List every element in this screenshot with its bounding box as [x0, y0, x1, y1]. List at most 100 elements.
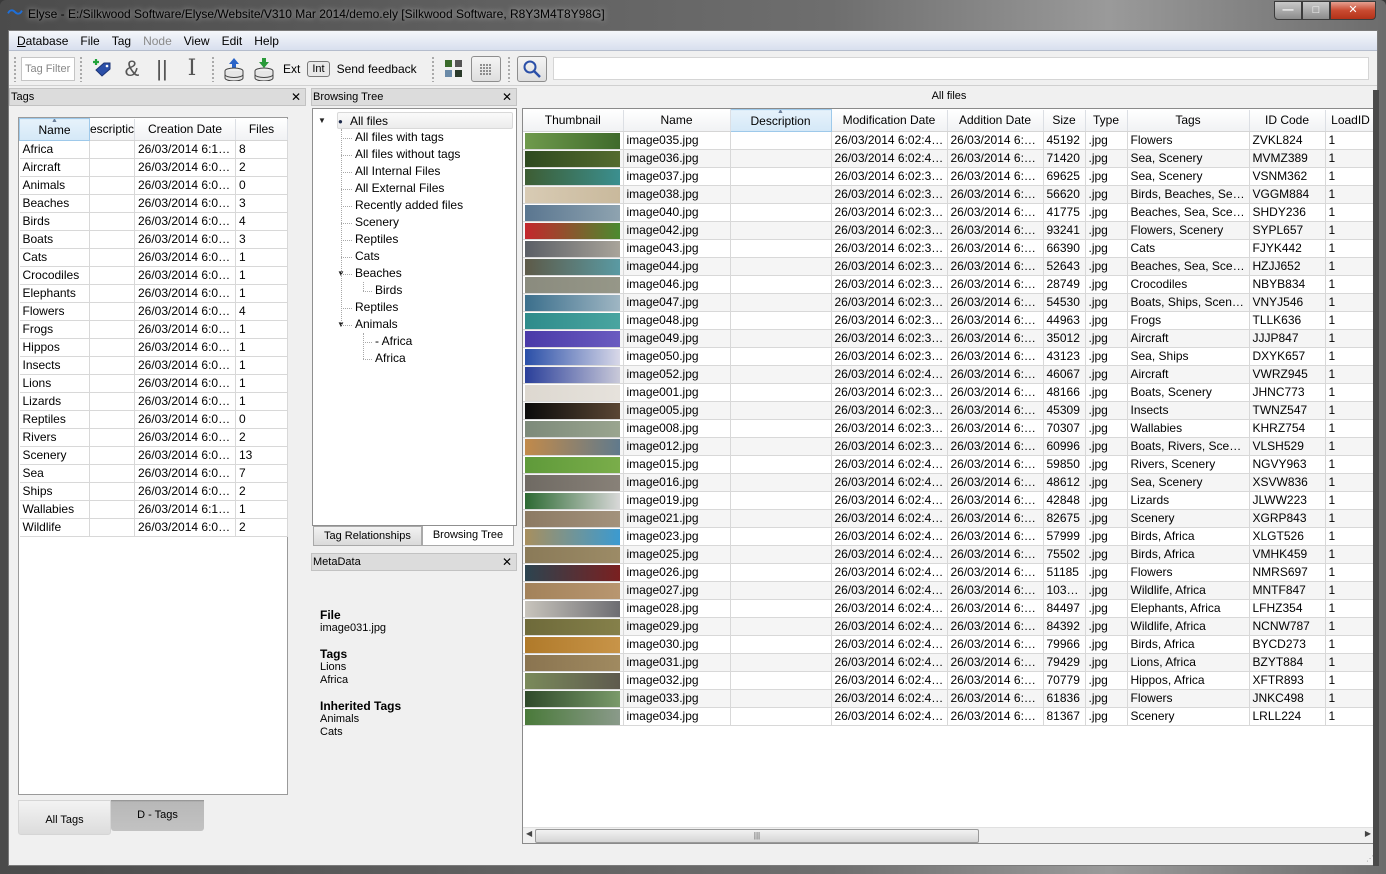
tag-row[interactable]: Lizards 26/03/2014 6:03... 1 — [19, 392, 288, 411]
file-row[interactable]: image008.jpg 26/03/2014 6:02:39... 26/03/2… — [523, 419, 1374, 438]
file-row[interactable]: image030.jpg 26/03/2014 6:02:41... 26/03/2… — [523, 635, 1374, 654]
add-tag-button[interactable] — [87, 55, 117, 83]
int-toggle[interactable]: Int — [307, 60, 330, 77]
tree-node[interactable]: All files with tags — [355, 129, 444, 146]
tag-row[interactable]: Flowers 26/03/2014 6:03... 4 — [19, 302, 288, 321]
tags-table[interactable]: Name ▲ escriptic Creation Date Files Africa 2… — [18, 117, 288, 795]
menu-view[interactable]: View — [178, 31, 216, 50]
tree-node[interactable]: - Africa — [375, 333, 412, 350]
minimize-button[interactable]: — — [1274, 1, 1302, 20]
browsing-tab[interactable]: Tag Relationships — [313, 526, 422, 546]
tag-row[interactable]: Frogs 26/03/2014 6:04... 1 — [19, 320, 288, 339]
tag-row[interactable]: Animals 26/03/2014 6:03... 0 — [19, 176, 288, 195]
file-row[interactable]: image047.jpg 26/03/2014 6:02:39... 26/03/2… — [523, 293, 1374, 312]
tree-node[interactable]: All files without tags — [355, 146, 460, 163]
tag-row[interactable]: Aircraft 26/03/2014 6:06... 2 — [19, 158, 288, 177]
files-column-header[interactable]: Type — [1085, 109, 1128, 132]
file-row[interactable]: image050.jpg 26/03/2014 6:02:39... 26/03/2… — [523, 347, 1374, 366]
files-column-header[interactable]: Name — [623, 109, 731, 132]
export-button[interactable] — [219, 55, 249, 83]
tags-tab[interactable]: All Tags — [18, 800, 111, 835]
tag-row[interactable]: Wallabies 26/03/2014 6:10... 1 — [19, 500, 288, 519]
file-row[interactable]: image044.jpg 26/03/2014 6:02:39... 26/03/2… — [523, 257, 1374, 276]
file-row[interactable]: image015.jpg 26/03/2014 6:02:40... 26/03/2… — [523, 455, 1374, 474]
menu-edit[interactable]: Edit — [216, 31, 249, 50]
files-column-header[interactable]: Description ▲ — [729, 109, 832, 132]
file-row[interactable]: image048.jpg 26/03/2014 6:02:38... 26/03/2… — [523, 311, 1374, 330]
tree-node[interactable]: Beaches — [355, 265, 402, 282]
tags-tab[interactable]: D - Tags — [111, 800, 204, 831]
close-tags-panel-icon[interactable]: ✕ — [291, 89, 301, 105]
tag-row[interactable]: Wildlife 26/03/2014 6:04... 2 — [19, 518, 288, 537]
send-feedback-button[interactable]: Send feedback — [333, 62, 421, 76]
toolbar-grip[interactable] — [506, 55, 511, 82]
tag-row[interactable]: Reptiles 26/03/2014 6:03... 0 — [19, 410, 288, 429]
text-cursor-button[interactable]: I — [177, 55, 207, 83]
tag-row[interactable]: Africa 26/03/2014 6:15... 8 — [19, 140, 288, 159]
file-row[interactable]: image052.jpg 26/03/2014 6:02:40... 26/03/2… — [523, 365, 1374, 384]
menu-help[interactable]: Help — [248, 31, 285, 50]
tree-node[interactable]: Birds — [375, 282, 402, 299]
file-row[interactable]: image029.jpg 26/03/2014 6:02:40... 26/03/2… — [523, 617, 1374, 636]
tree-node[interactable]: Animals — [355, 316, 398, 333]
file-row[interactable]: image046.jpg 26/03/2014 6:02:39... 26/03/2… — [523, 275, 1374, 294]
file-row[interactable]: image025.jpg 26/03/2014 6:02:40... 26/03/2… — [523, 545, 1374, 564]
tag-filter-input[interactable]: Tag Filter — [21, 56, 75, 81]
expand-arrow-icon[interactable]: ▼ — [318, 116, 326, 125]
maximize-button[interactable]: □ — [1302, 1, 1330, 20]
files-column-header[interactable]: Addition Date — [947, 109, 1044, 132]
or-operator-button[interactable]: || — [147, 55, 177, 83]
browsing-tab[interactable]: Browsing Tree — [421, 526, 515, 546]
toolbar-grip[interactable] — [211, 55, 215, 82]
tags-column-header[interactable]: Files — [235, 118, 288, 141]
tag-row[interactable]: Crocodiles 26/03/2014 6:04... 1 — [19, 266, 288, 285]
tags-column-header[interactable]: Name ▲ — [19, 118, 90, 141]
and-operator-button[interactable]: & — [117, 55, 147, 83]
import-button[interactable] — [249, 55, 279, 83]
file-row[interactable]: image042.jpg 26/03/2014 6:02:39... 26/03/2… — [523, 221, 1374, 240]
files-column-header[interactable]: Modification Date — [831, 109, 948, 132]
files-column-header[interactable]: ID Code — [1249, 109, 1326, 132]
file-row[interactable]: image038.jpg 26/03/2014 6:02:39... 26/03/2… — [523, 185, 1374, 204]
tag-row[interactable]: Scenery 26/03/2014 6:07... 13 — [19, 446, 288, 465]
menu-tag[interactable]: Tag — [106, 31, 137, 50]
tag-row[interactable]: Sea 26/03/2014 6:04... 7 — [19, 464, 288, 483]
browsing-tree[interactable]: ● All files ▼ All files with tags All files … — [312, 108, 517, 526]
file-row[interactable]: image005.jpg 26/03/2014 6:02:39... 26/03/2… — [523, 401, 1374, 420]
file-row[interactable]: image034.jpg 26/03/2014 6:02:41... 26/03/2… — [523, 707, 1374, 726]
tag-row[interactable]: Beaches 26/03/2014 6:03... 3 — [19, 194, 288, 213]
file-row[interactable]: image012.jpg 26/03/2014 6:02:39... 26/03/2… — [523, 437, 1374, 456]
tag-row[interactable]: Lions 26/03/2014 6:06... 1 — [19, 374, 288, 393]
toolbar-grip[interactable] — [13, 55, 17, 82]
file-row[interactable]: image040.jpg 26/03/2014 6:02:39... 26/03/2… — [523, 203, 1374, 222]
list-view-button[interactable] — [470, 55, 501, 82]
file-row[interactable]: image036.jpg 26/03/2014 6:02:41... 26/03/2… — [523, 149, 1374, 168]
close-metadata-icon[interactable]: ✕ — [502, 554, 512, 570]
files-column-header[interactable]: Tags — [1127, 109, 1250, 132]
file-row[interactable]: image019.jpg 26/03/2014 6:02:40... 26/03/2… — [523, 491, 1374, 510]
scroll-right-icon[interactable]: ▶ — [1365, 829, 1371, 838]
search-button[interactable] — [516, 55, 547, 82]
menu-node[interactable]: Node — [137, 31, 178, 50]
tags-column-header[interactable]: escriptic — [89, 118, 135, 141]
tag-row[interactable]: Hippos 26/03/2014 6:06... 1 — [19, 338, 288, 357]
file-row[interactable]: image028.jpg 26/03/2014 6:02:40... 26/03/2… — [523, 599, 1374, 618]
file-row[interactable]: image023.jpg 26/03/2014 6:02:40... 26/03/2… — [523, 527, 1374, 546]
scroll-left-icon[interactable]: ◀ — [526, 829, 532, 838]
thumbnail-view-button[interactable] — [439, 55, 469, 83]
file-row[interactable]: image016.jpg 26/03/2014 6:02:40... 26/03/2… — [523, 473, 1374, 492]
file-row[interactable]: image027.jpg 26/03/2014 6:02:40... 26/03/2… — [523, 581, 1374, 600]
file-row[interactable]: image026.jpg 26/03/2014 6:02:40... 26/03/2… — [523, 563, 1374, 582]
file-row[interactable]: image035.jpg 26/03/2014 6:02:41... 26/03/2… — [523, 131, 1374, 150]
files-column-header[interactable]: Thumbnail — [523, 109, 624, 132]
tree-node[interactable]: Cats — [355, 248, 380, 265]
toolbar-grip[interactable] — [79, 55, 83, 82]
tree-node[interactable]: Recently added files — [355, 197, 463, 214]
tag-row[interactable]: Ships 26/03/2014 6:04... 2 — [19, 482, 288, 501]
file-row[interactable]: image032.jpg 26/03/2014 6:02:41... 26/03/2… — [523, 671, 1374, 690]
tag-row[interactable]: Elephants 26/03/2014 6:04... 1 — [19, 284, 288, 303]
tree-node[interactable]: All Internal Files — [355, 163, 440, 180]
close-browsing-tree-icon[interactable]: ✕ — [502, 89, 512, 105]
files-horizontal-scrollbar[interactable]: ◀ ||| ▶ — [523, 827, 1374, 843]
menu-database[interactable]: Database — [11, 31, 74, 50]
